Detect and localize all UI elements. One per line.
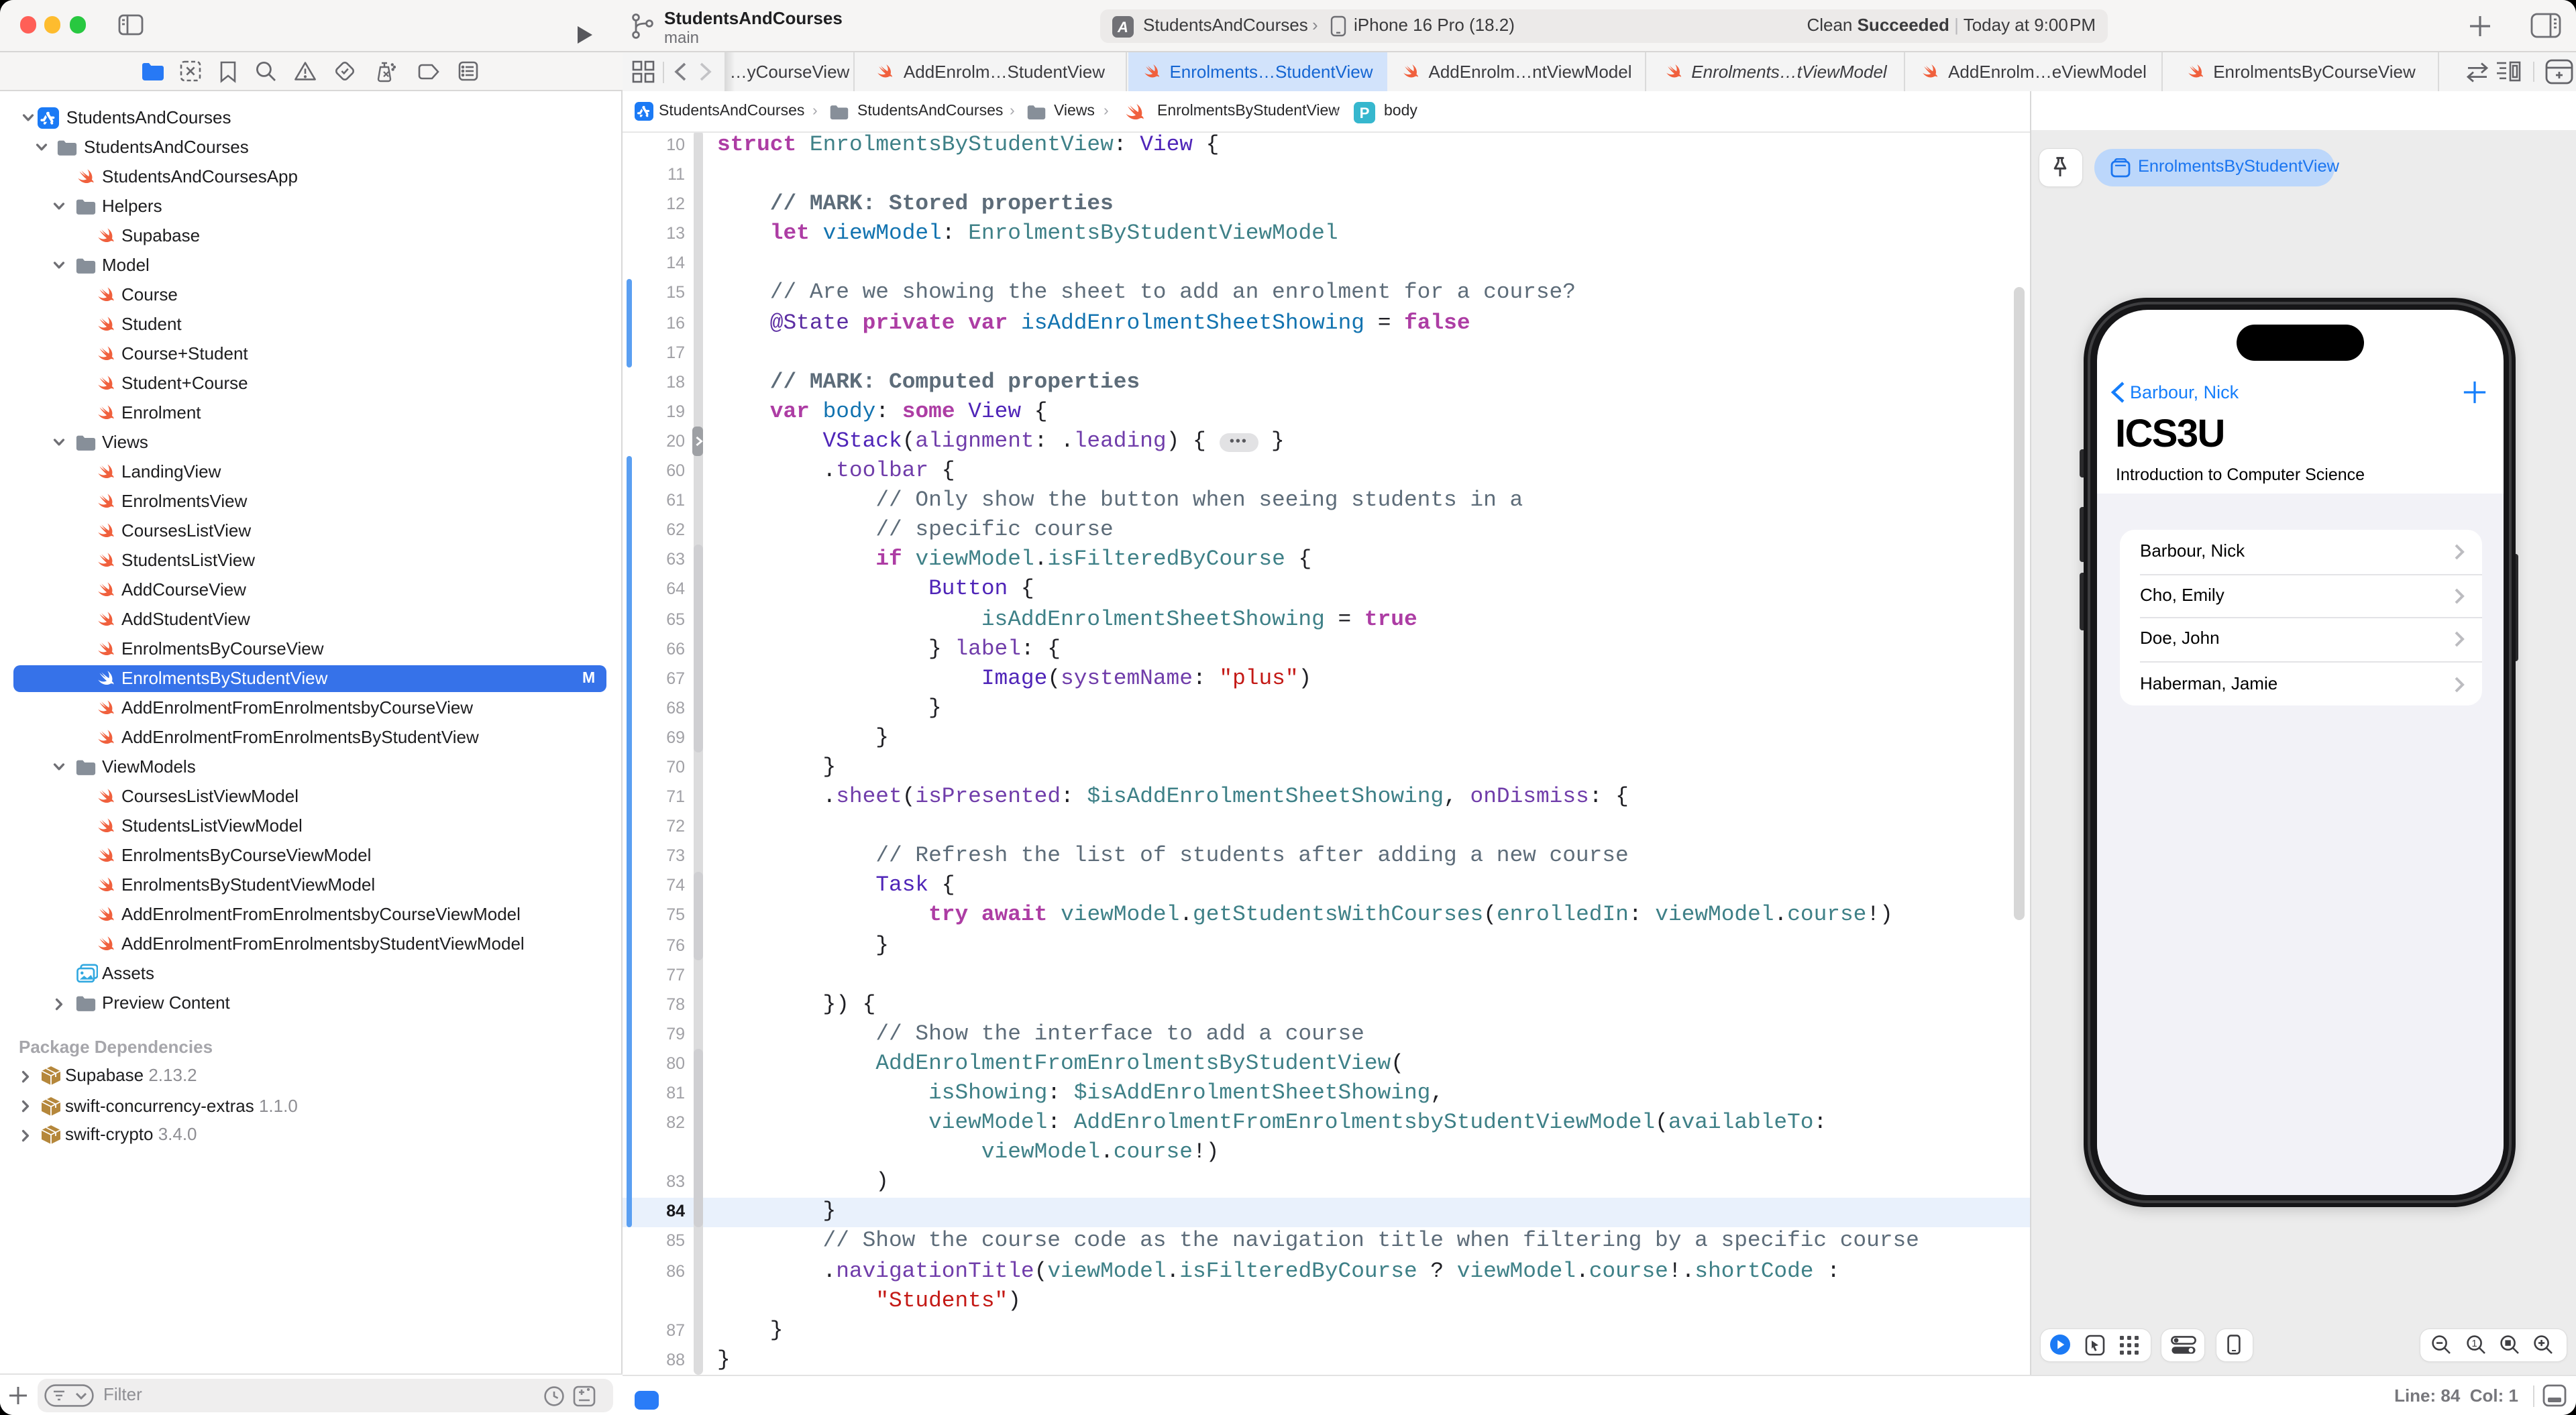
svg-text:P: P: [1359, 104, 1369, 121]
svg-text:A: A: [1117, 18, 1128, 35]
svg-text:1: 1: [2471, 1338, 2476, 1349]
